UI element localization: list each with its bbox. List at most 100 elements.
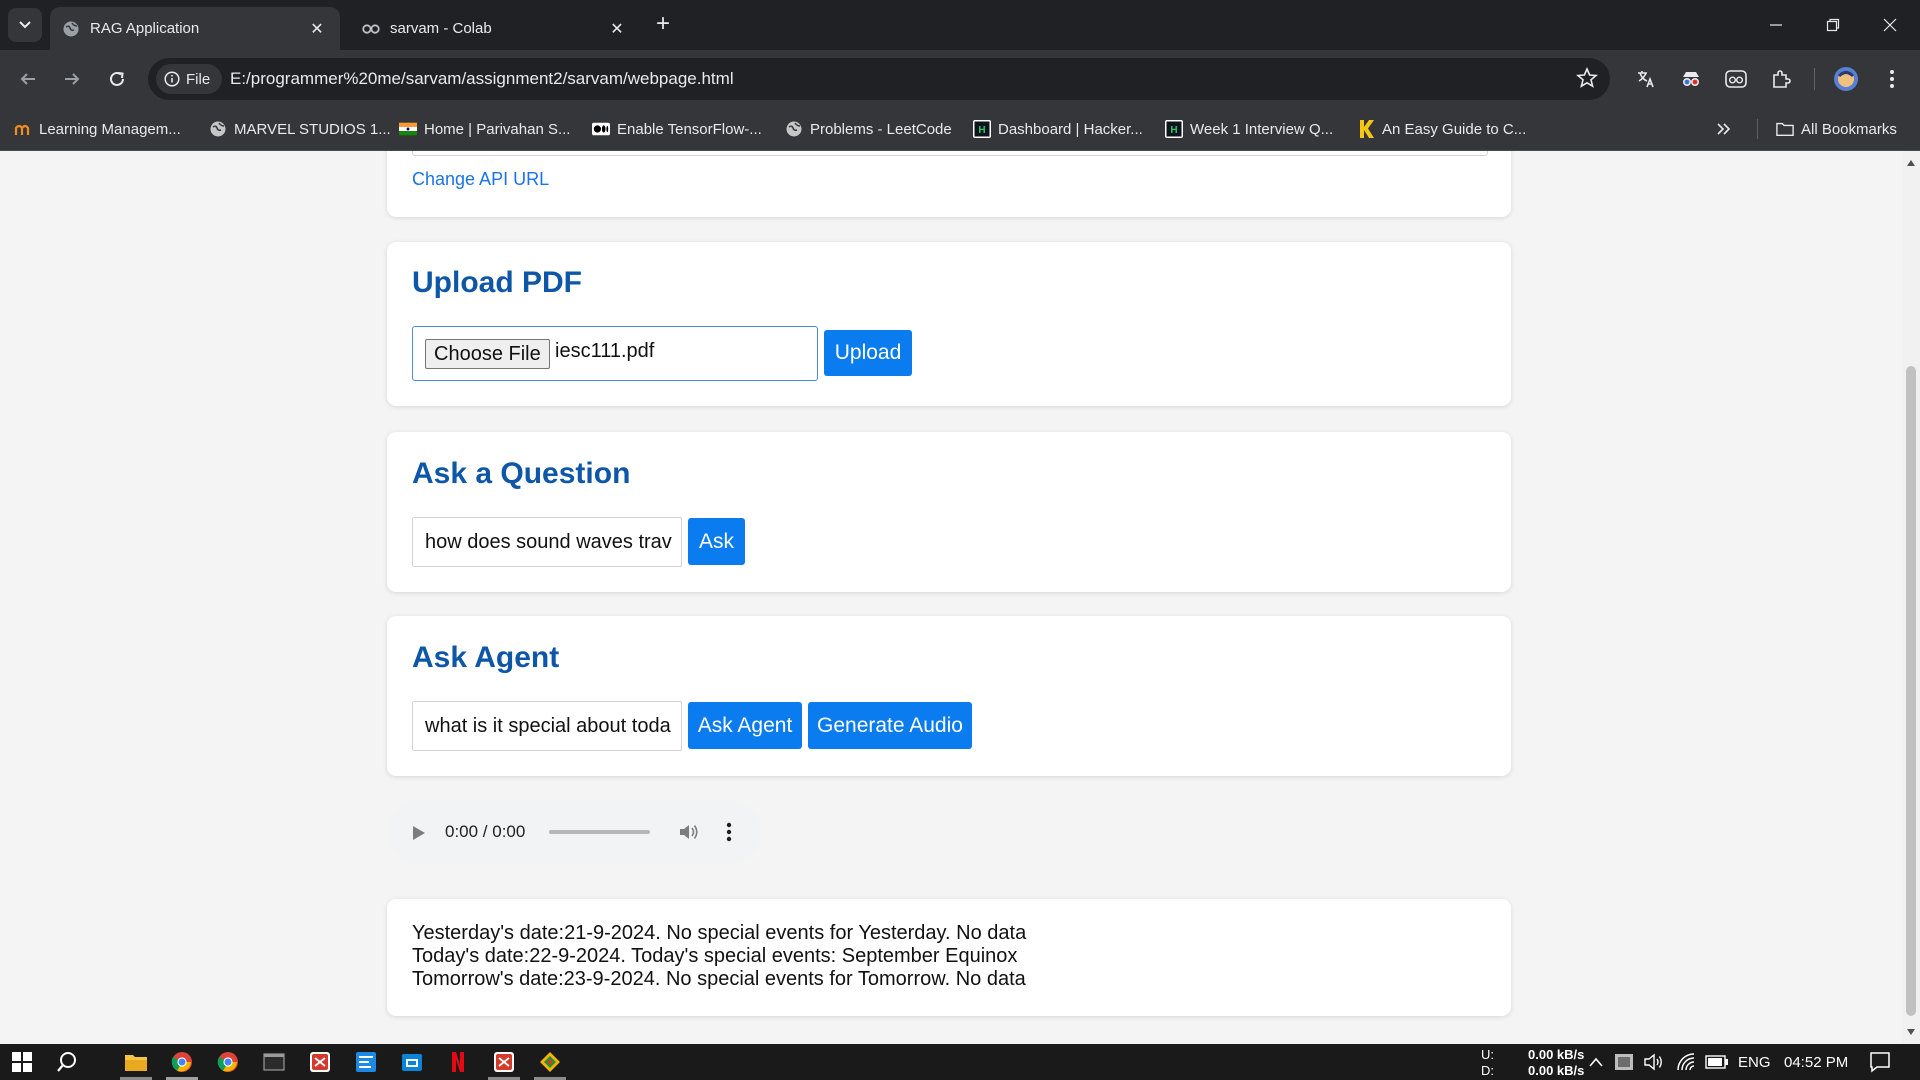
notification-center-icon[interactable]	[1866, 1048, 1894, 1076]
tab-rag-application[interactable]: RAG Application ✕	[50, 7, 340, 50]
file-input[interactable]: Choose File iesc111.pdf	[412, 326, 818, 381]
volume-icon[interactable]	[678, 822, 700, 842]
agent-input[interactable]: what is it special about toda	[412, 701, 682, 751]
bookmark-item[interactable]: H Week 1 Interview Q...	[1165, 116, 1333, 142]
bookmark-label: An Easy Guide to C...	[1382, 120, 1527, 138]
scrollbar-thumb[interactable]	[1906, 366, 1916, 1016]
chrome-alt-icon[interactable]	[214, 1048, 242, 1076]
close-tab-icon[interactable]: ✕	[606, 18, 628, 40]
bookmark-label: Learning Managem...	[39, 120, 181, 138]
file-explorer-icon[interactable]	[122, 1048, 150, 1076]
search-icon[interactable]	[53, 1048, 81, 1076]
tab-sarvam-colab[interactable]: sarvam - Colab ✕	[350, 7, 640, 50]
git-app-icon[interactable]	[536, 1048, 564, 1076]
api-settings-card: Change API URL	[387, 151, 1511, 217]
terminal-icon[interactable]	[260, 1048, 288, 1076]
bookmark-item[interactable]: Enable TensorFlow-...	[592, 116, 762, 142]
extensions-puzzle-icon[interactable]	[1765, 63, 1797, 95]
minimize-icon[interactable]	[1761, 10, 1791, 40]
snipping-tool-icon[interactable]	[306, 1048, 334, 1076]
ask-question-card: Ask a Question how does sound waves trav…	[387, 432, 1511, 592]
ask-agent-title: Ask Agent	[412, 641, 560, 674]
glasses-extension-icon[interactable]	[1720, 63, 1752, 95]
generate-audio-button[interactable]: Generate Audio	[808, 702, 972, 749]
svg-text:H: H	[978, 125, 985, 136]
play-icon[interactable]	[412, 825, 426, 841]
back-arrow-icon[interactable]	[12, 63, 44, 95]
scroll-up-arrow-icon[interactable]	[1902, 155, 1920, 171]
spy-extension-icon[interactable]	[1675, 63, 1707, 95]
net-upload-label: U:	[1481, 1047, 1494, 1062]
store-icon[interactable]	[398, 1048, 426, 1076]
audio-more-options-icon[interactable]	[726, 822, 732, 842]
bookmark-label: Problems - LeetCode	[810, 120, 952, 138]
ask-agent-button[interactable]: Ask Agent	[688, 702, 802, 749]
audio-player: 0:00 / 0:00	[387, 800, 761, 864]
netflix-icon[interactable]	[444, 1048, 472, 1076]
audio-seek-slider[interactable]	[549, 830, 650, 834]
bookmark-item[interactable]: An Easy Guide to C...	[1357, 116, 1526, 142]
medium-icon	[592, 120, 610, 138]
more-bookmarks-icon[interactable]	[1716, 116, 1732, 142]
site-info-button[interactable]: File	[156, 64, 222, 94]
tab-title: sarvam - Colab	[390, 20, 492, 37]
ask-button[interactable]: Ask	[688, 518, 745, 565]
url-text[interactable]: E:/programmer%20me/sarvam/assignment2/sa…	[230, 69, 734, 89]
language-indicator[interactable]: ENG	[1738, 1054, 1771, 1071]
browser-tab-strip: RAG Application ✕ sarvam - Colab ✕ +	[0, 0, 1920, 50]
tray-app-icon[interactable]	[1610, 1048, 1638, 1076]
ask-agent-card: Ask Agent what is it special about toda …	[387, 616, 1511, 776]
page-scrollbar[interactable]	[1902, 151, 1920, 1044]
clock[interactable]: 04:52 PM	[1784, 1054, 1848, 1071]
change-api-url-link[interactable]: Change API URL	[412, 169, 549, 190]
audio-time: 0:00 / 0:00	[445, 822, 526, 841]
wifi-icon[interactable]	[1673, 1048, 1701, 1076]
globe-icon	[209, 120, 227, 138]
bookmark-item[interactable]: Home | Parivahan S...	[399, 116, 570, 142]
result-line-today: Today's date:22-9-2024. Today's special …	[412, 945, 1018, 967]
question-input-value: how does sound waves trav	[425, 530, 672, 553]
result-line-tomorrow: Tomorrow's date:23-9-2024. No special ev…	[412, 968, 1026, 990]
snip-sketch-icon[interactable]	[490, 1048, 518, 1076]
globe-icon	[785, 120, 803, 138]
close-tab-icon[interactable]: ✕	[306, 18, 328, 40]
profile-avatar[interactable]	[1830, 63, 1862, 95]
forward-arrow-icon[interactable]	[56, 63, 88, 95]
info-icon	[164, 71, 180, 87]
result-line-yesterday: Yesterday's date:21-9-2024. No special e…	[412, 922, 1027, 944]
bookmark-item[interactable]: MARVEL STUDIOS 1...	[209, 116, 391, 142]
browser-toolbar: File E:/programmer%20me/sarvam/assignmen…	[0, 50, 1920, 108]
vscode-like-icon[interactable]	[352, 1048, 380, 1076]
chevron-down-icon	[19, 21, 31, 29]
close-window-icon[interactable]	[1875, 10, 1905, 40]
tab-search-button[interactable]	[8, 8, 42, 42]
scroll-down-arrow-icon[interactable]	[1902, 1024, 1920, 1040]
k-icon	[1357, 120, 1375, 138]
more-menu-icon[interactable]	[1876, 63, 1908, 95]
bookmark-item[interactable]: Problems - LeetCode	[785, 116, 952, 142]
bookmark-star-icon[interactable]	[1576, 67, 1598, 89]
india-flag-icon	[399, 120, 417, 138]
restore-icon[interactable]	[1818, 10, 1848, 40]
volume-icon[interactable]	[1640, 1048, 1668, 1076]
hackerrank-icon: H	[973, 120, 991, 138]
bookmark-label: Dashboard | Hacker...	[998, 120, 1143, 138]
folder-icon	[1776, 120, 1794, 138]
translate-extension-icon[interactable]	[1630, 63, 1662, 95]
upload-button[interactable]: Upload	[824, 330, 912, 376]
address-bar[interactable]: File E:/programmer%20me/sarvam/assignmen…	[148, 58, 1610, 100]
bookmark-label: Enable TensorFlow-...	[617, 120, 762, 138]
reload-icon[interactable]	[101, 63, 133, 95]
new-tab-plus-icon[interactable]: +	[650, 12, 676, 38]
bookmark-item[interactable]: H Dashboard | Hacker...	[973, 116, 1143, 142]
bookmark-label: Week 1 Interview Q...	[1190, 120, 1334, 138]
battery-icon[interactable]	[1703, 1048, 1731, 1076]
windows-start-icon[interactable]	[8, 1048, 36, 1076]
api-url-input[interactable]	[412, 151, 1488, 156]
tray-chevron-up-icon[interactable]	[1582, 1048, 1610, 1076]
bookmark-item[interactable]: Learning Managem...	[14, 116, 181, 142]
chrome-icon[interactable]	[168, 1048, 196, 1076]
choose-file-button[interactable]: Choose File	[425, 339, 550, 369]
all-bookmarks-button[interactable]: All Bookmarks	[1776, 116, 1897, 142]
question-input[interactable]: how does sound waves trav	[412, 517, 682, 567]
